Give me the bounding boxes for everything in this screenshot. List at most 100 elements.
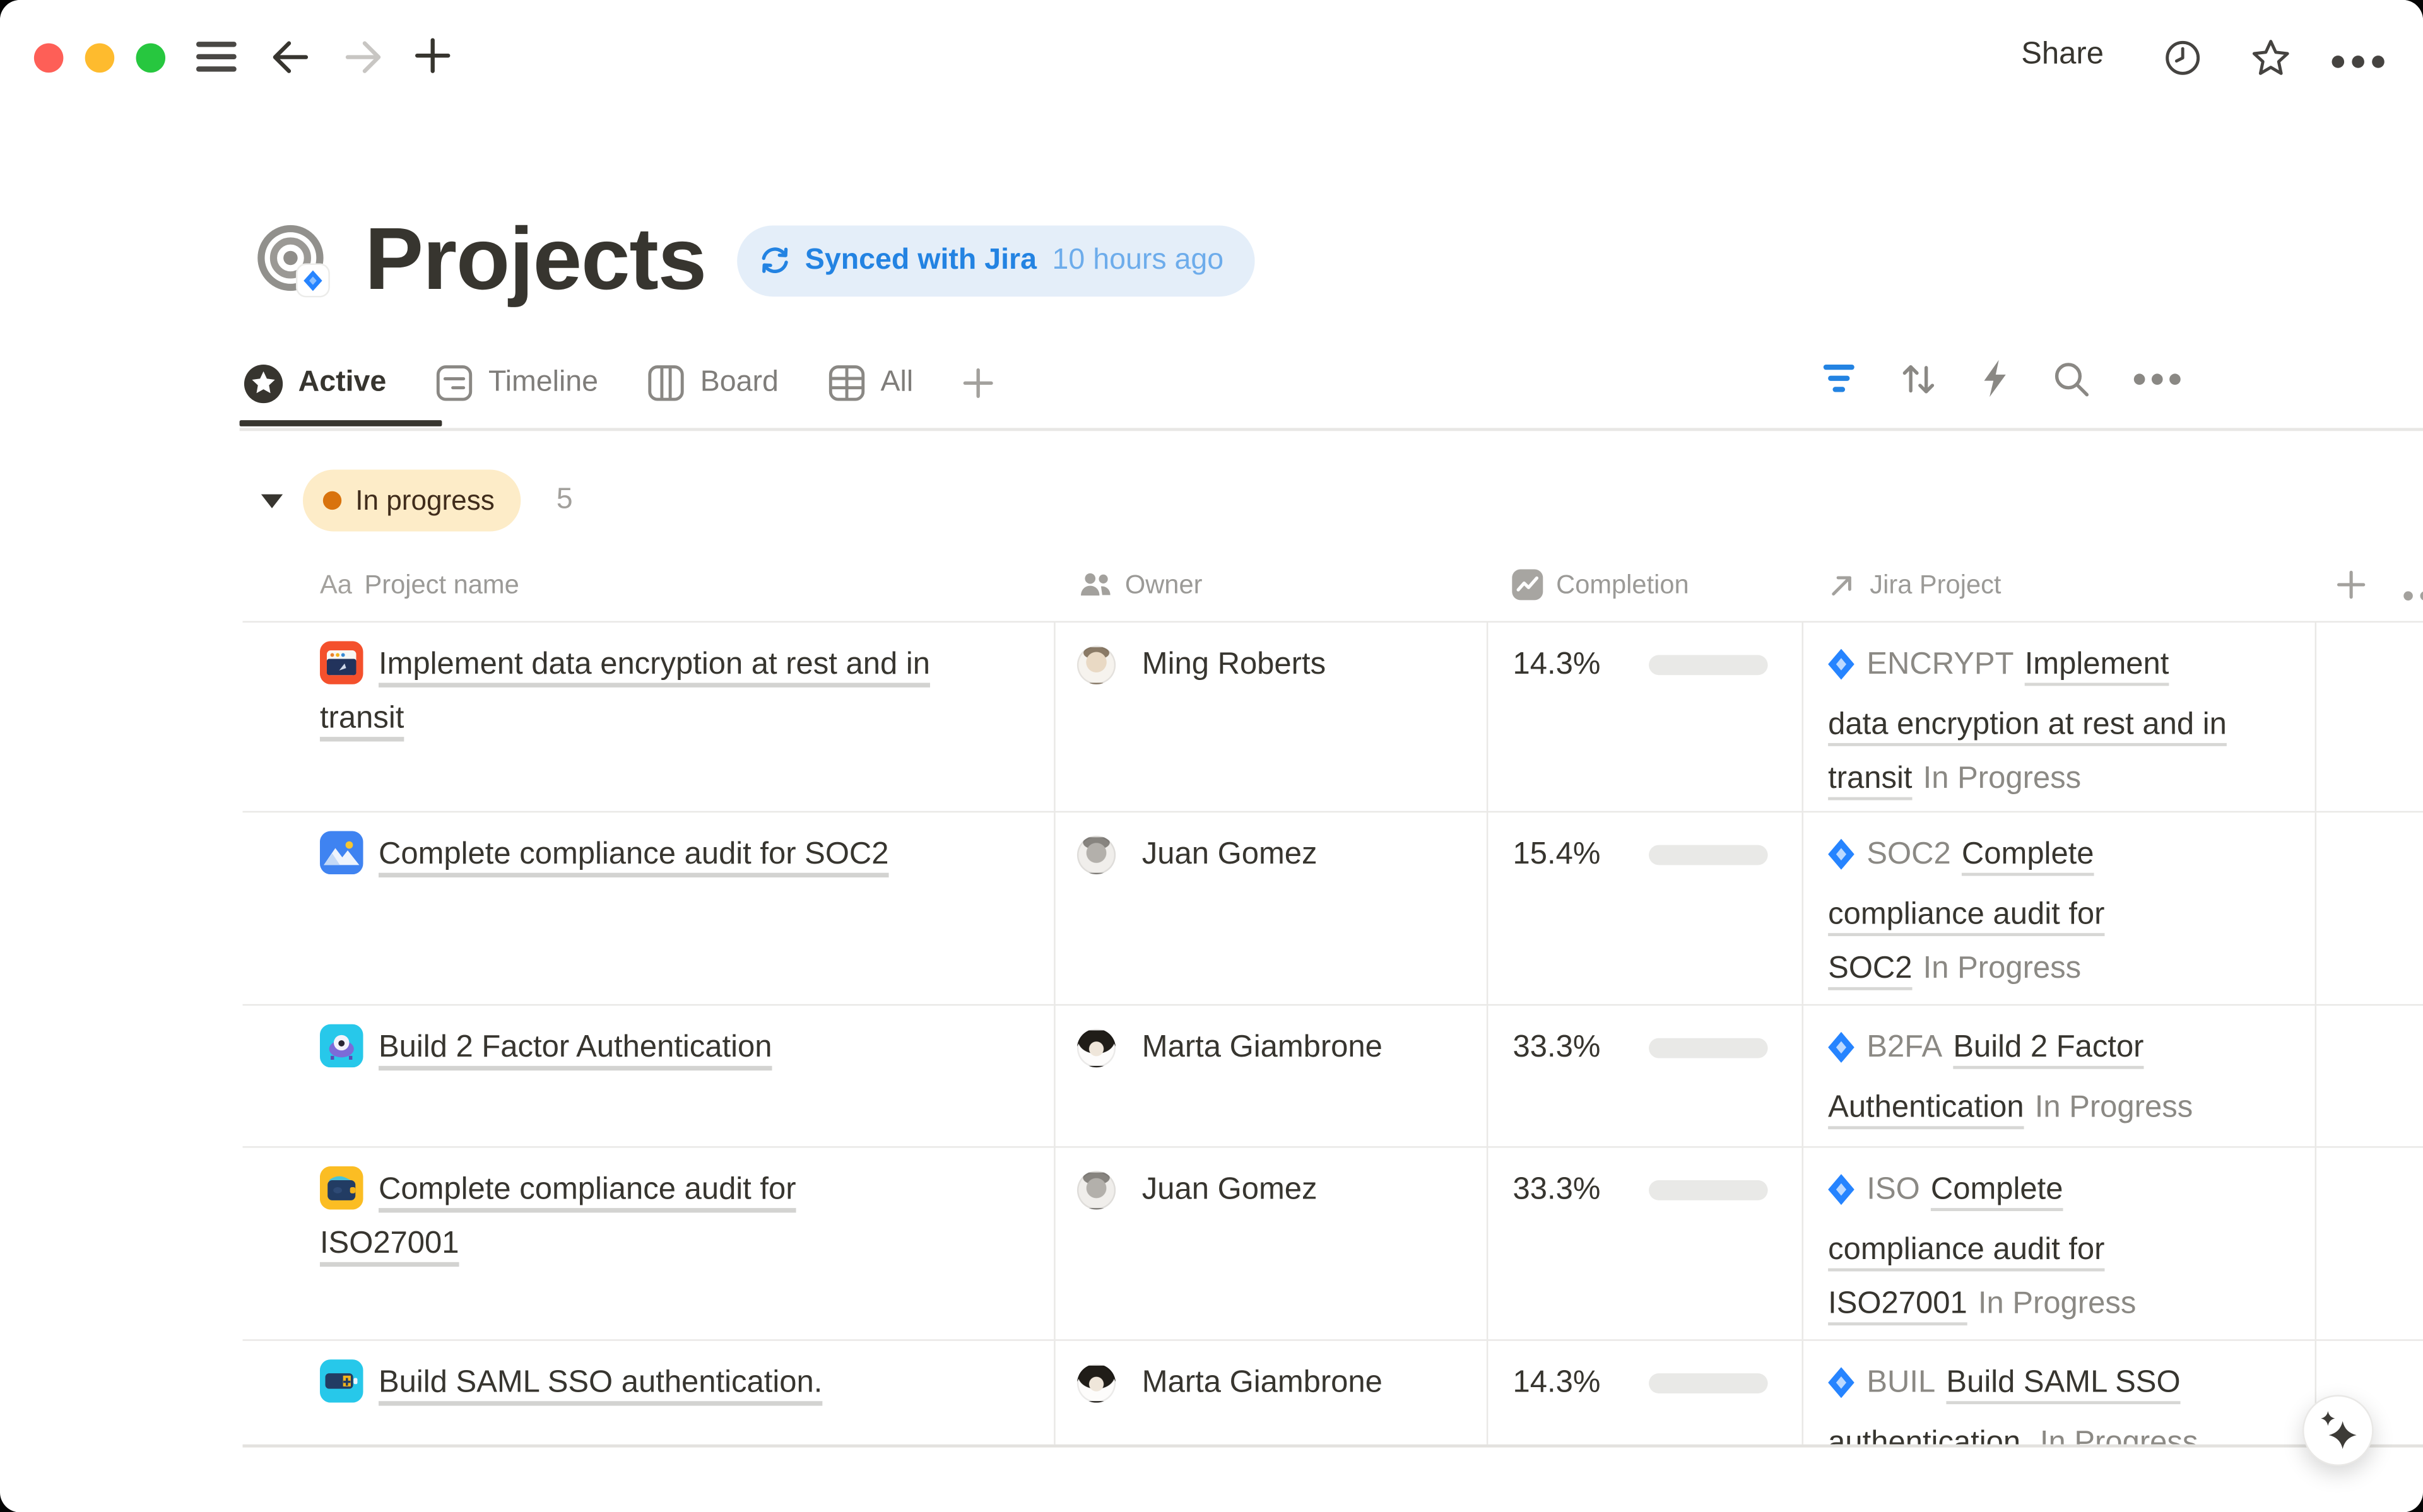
project-name-link[interactable]: Implement data encryption at rest and in… xyxy=(320,647,930,735)
jira-cell[interactable]: ENCRYPTImplement data encryption at rest… xyxy=(1802,623,2315,811)
updates-clock-icon[interactable] xyxy=(2164,38,2202,85)
owner-cell[interactable]: Ming Roberts xyxy=(1054,623,1487,811)
share-button[interactable]: Share xyxy=(2021,37,2104,73)
project-icon-rocket-window xyxy=(320,641,363,684)
table-row[interactable]: Build 2 Factor Authentication Marta Giam… xyxy=(242,1004,2423,1146)
tab-active[interactable]: Active xyxy=(242,362,386,404)
minimize-window-button[interactable] xyxy=(85,44,115,73)
zoom-window-button[interactable] xyxy=(136,44,166,73)
column-header-completion[interactable]: Completion xyxy=(1487,568,1802,601)
table-row[interactable]: Complete compliance audit for ISO27001 J… xyxy=(242,1146,2423,1339)
completion-percent: 33.3% xyxy=(1513,1021,1649,1146)
jira-status: In Progress xyxy=(2035,1091,2193,1125)
back-icon[interactable] xyxy=(269,35,312,86)
arrow-up-right-icon xyxy=(1827,569,1858,600)
owner-name: Marta Giambrone xyxy=(1142,1021,1382,1146)
plus-icon xyxy=(2335,568,2367,601)
owner-name: Juan Gomez xyxy=(1142,827,1318,1004)
people-icon xyxy=(1078,571,1112,599)
page-title[interactable]: Projects xyxy=(365,216,706,305)
table-icon xyxy=(827,363,867,404)
more-options-icon[interactable] xyxy=(2330,49,2386,77)
tab-timeline[interactable]: Timeline xyxy=(434,363,598,404)
sparkle-icon xyxy=(2315,1407,2361,1453)
project-icon-wallet xyxy=(320,1166,363,1209)
sort-icon[interactable] xyxy=(1899,359,1938,397)
notion-ai-button[interactable] xyxy=(2302,1395,2374,1466)
table-row[interactable]: Implement data encryption at rest and in… xyxy=(242,621,2423,810)
jira-cell[interactable]: B2FABuild 2 Factor AuthenticationIn Prog… xyxy=(1802,1005,2315,1146)
jira-status: In Progress xyxy=(1978,1286,2136,1320)
table-bottom-divider xyxy=(242,1445,2423,1448)
close-window-button[interactable] xyxy=(34,44,64,73)
page-header: Projects Synced with Jira 10 hours ago xyxy=(255,216,1254,305)
project-name-link[interactable]: Complete compliance audit for ISO27001 xyxy=(320,1172,796,1260)
owner-cell[interactable]: Juan Gomez xyxy=(1054,1147,1487,1339)
completion-percent: 14.3% xyxy=(1513,1356,1649,1445)
jira-cell[interactable]: SOC2Complete compliance audit for SOC2In… xyxy=(1802,812,2315,1004)
timeline-icon xyxy=(434,363,475,404)
star-circle-icon xyxy=(242,362,284,404)
favorite-star-icon[interactable] xyxy=(2250,37,2292,86)
project-name-link[interactable]: Build 2 Factor Authentication xyxy=(379,1030,772,1064)
project-name-link[interactable]: Build SAML SSO authentication. xyxy=(379,1366,822,1400)
jira-key: B2FA xyxy=(1866,1030,1942,1064)
jira-cell[interactable]: BUILBuild SAML SSO authentication.In Pro… xyxy=(1802,1341,2315,1445)
jira-status: In Progress xyxy=(2040,1426,2198,1444)
sync-badge-label: Synced with Jira xyxy=(805,243,1037,278)
column-header-jira-project[interactable]: Jira Project xyxy=(1802,569,2315,600)
new-page-icon[interactable] xyxy=(413,35,453,83)
text-type-icon: Aa xyxy=(320,569,352,600)
table-more-icon[interactable] xyxy=(2133,372,2182,385)
chart-icon xyxy=(1511,568,1543,601)
tab-board[interactable]: Board xyxy=(646,363,779,404)
group-count: 5 xyxy=(557,484,573,518)
automation-lightning-icon[interactable] xyxy=(1979,358,2010,399)
status-dot xyxy=(323,491,341,510)
completion-percent: 14.3% xyxy=(1513,638,1649,810)
board-icon xyxy=(646,363,687,404)
jira-key: ENCRYPT xyxy=(1866,647,2013,681)
column-header-owner[interactable]: Owner xyxy=(1054,569,1487,600)
completion-cell[interactable]: 33.3% xyxy=(1487,1147,1802,1339)
search-icon[interactable] xyxy=(2052,359,2090,397)
owner-cell[interactable]: Marta Giambrone xyxy=(1054,1341,1487,1445)
avatar xyxy=(1077,835,1116,874)
completion-percent: 15.4% xyxy=(1513,827,1649,1004)
jira-diamond-icon xyxy=(1828,1028,1854,1082)
completion-cell[interactable]: 15.4% xyxy=(1487,812,1802,1004)
view-tabs: Active Timeline Board All xyxy=(242,349,1042,417)
plus-icon xyxy=(961,366,995,400)
group-label: In progress xyxy=(355,484,495,517)
header-more-clipped-icon[interactable]: •• xyxy=(2402,576,2423,616)
table-row[interactable]: Build SAML SSO authentication. Marta Gia… xyxy=(242,1339,2423,1445)
tab-all[interactable]: All xyxy=(827,363,913,404)
jira-cell[interactable]: ISOComplete compliance audit for ISO2700… xyxy=(1802,1147,2315,1339)
table-header-row: Aa Project name Owner Completion Jira P xyxy=(242,548,2423,621)
owner-cell[interactable]: Marta Giambrone xyxy=(1054,1005,1487,1146)
owner-cell[interactable]: Juan Gomez xyxy=(1054,812,1487,1004)
column-header-project-name[interactable]: Aa Project name xyxy=(242,569,1054,600)
completion-cell[interactable]: 14.3% xyxy=(1487,1341,1802,1445)
jira-diamond-icon xyxy=(1828,833,1854,888)
completion-cell[interactable]: 14.3% xyxy=(1487,623,1802,811)
page-icon-bullseye[interactable] xyxy=(255,221,332,298)
projects-table: Aa Project name Owner Completion Jira P xyxy=(0,548,2423,1444)
forward-icon[interactable] xyxy=(341,35,385,86)
group-status-pill[interactable]: In progress xyxy=(303,469,521,531)
filter-icon[interactable] xyxy=(1820,361,1858,396)
add-view-button[interactable] xyxy=(961,366,995,400)
progress-bar xyxy=(1649,1373,1768,1393)
jira-status: In Progress xyxy=(1923,951,2081,985)
owner-name: Ming Roberts xyxy=(1142,638,1326,810)
project-icon-mountain xyxy=(320,830,363,874)
project-name-link[interactable]: Complete compliance audit for SOC2 xyxy=(379,836,889,870)
completion-cell[interactable]: 33.3% xyxy=(1487,1005,1802,1146)
group-collapse-toggle[interactable] xyxy=(261,493,283,507)
table-row[interactable]: Complete compliance audit for SOC2 Juan … xyxy=(242,810,2423,1004)
notion-window: Share Projects xyxy=(0,0,2423,1512)
sync-icon xyxy=(758,244,791,276)
jira-sync-badge[interactable]: Synced with Jira 10 hours ago xyxy=(737,225,1254,296)
jira-diamond-icon xyxy=(1828,644,1854,698)
sidebar-menu-icon[interactable] xyxy=(196,37,238,85)
